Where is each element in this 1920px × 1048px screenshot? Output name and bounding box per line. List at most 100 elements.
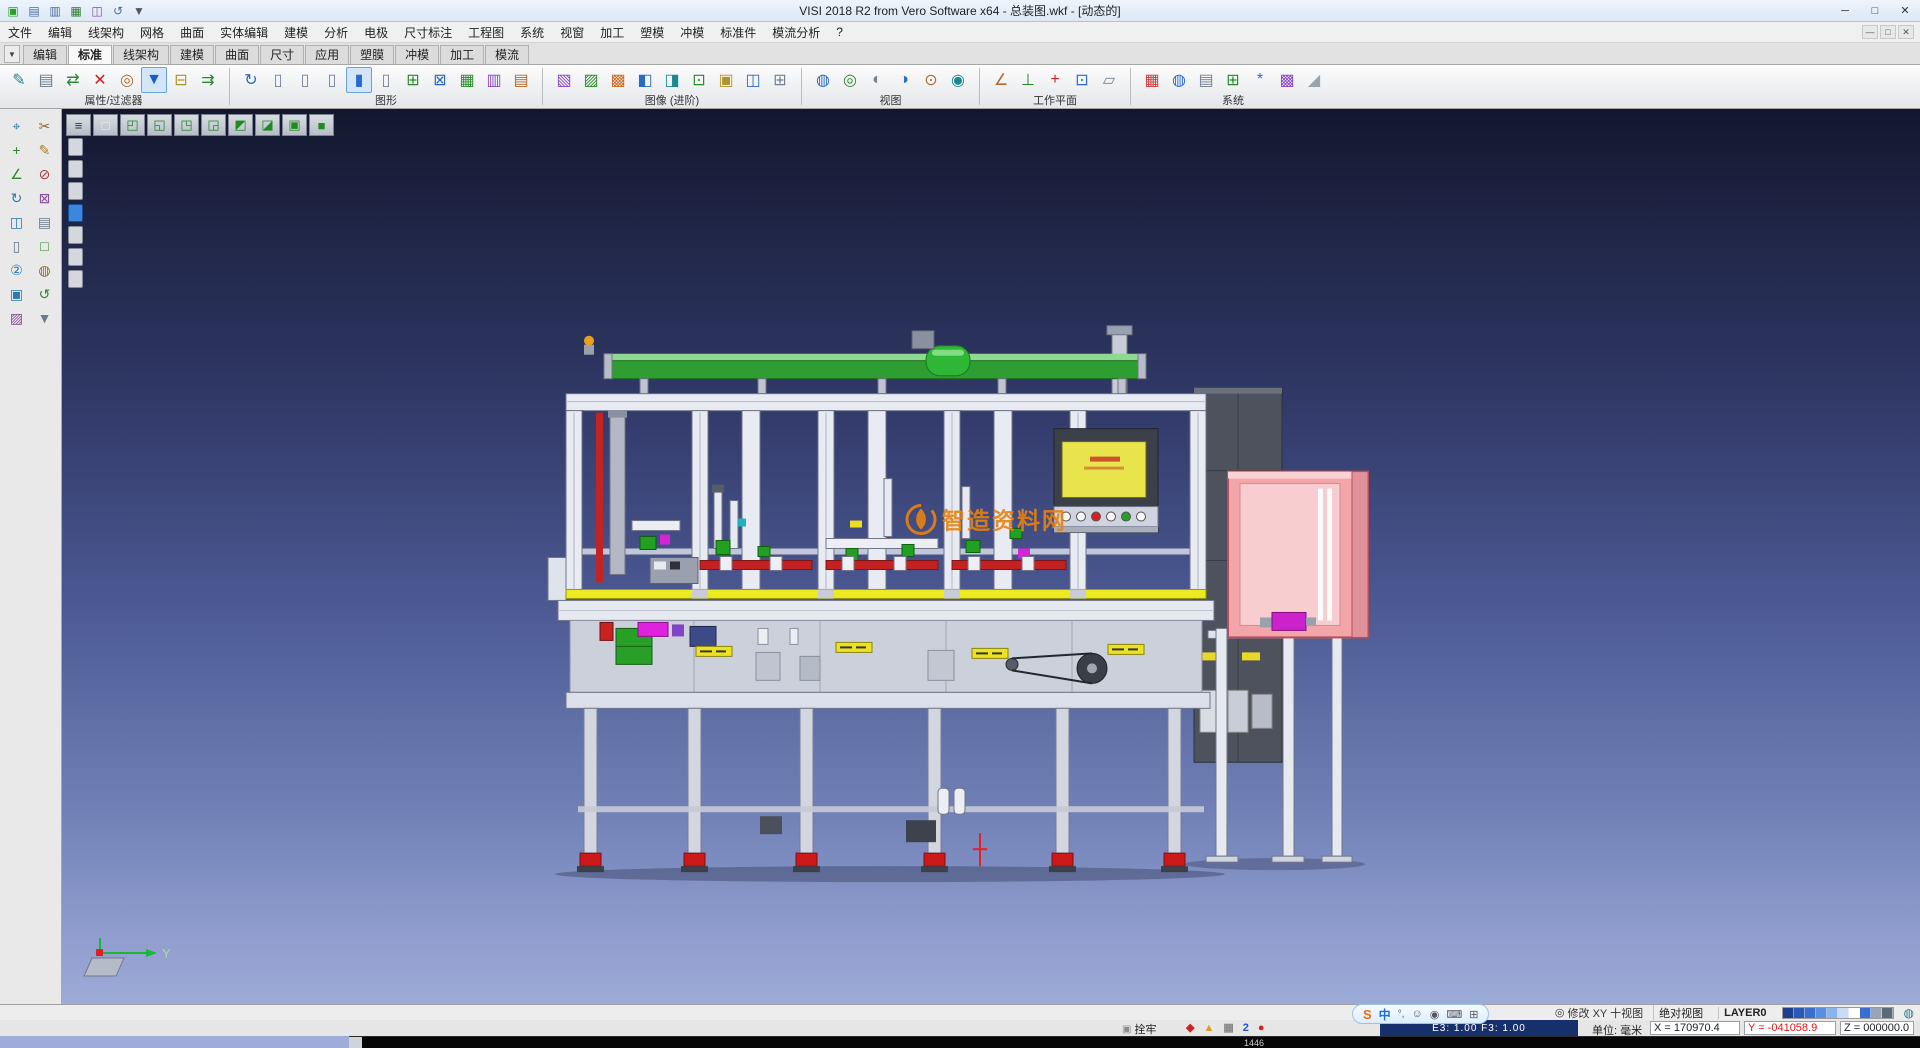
lock-toggle[interactable]: ▣ 拴牢 <box>1122 1021 1156 1037</box>
view-orientation-button[interactable]: ▣ <box>282 114 307 136</box>
view-orientation-button[interactable]: ◩ <box>228 114 253 136</box>
menu-item[interactable]: 视窗 <box>552 22 592 42</box>
view-orientation-button[interactable]: ■ <box>309 114 334 136</box>
menu-item[interactable]: 标准件 <box>712 22 764 42</box>
titlebar-icon[interactable]: ↺ <box>109 3 127 19</box>
toolbar-icon[interactable]: ✎ <box>6 67 32 93</box>
ime-punct-indicator[interactable]: °, <box>1398 1009 1405 1020</box>
left-tool-icon[interactable]: ⊠ <box>32 187 58 209</box>
mini-toolbar-button[interactable] <box>68 270 83 288</box>
toolbar-tab[interactable]: 编辑 <box>23 45 67 64</box>
tray-icon[interactable]: ▲ <box>1203 1022 1214 1034</box>
toolbar-icon[interactable]: ▧ <box>551 67 577 93</box>
absolute-view-label[interactable]: 绝对视图 <box>1653 1005 1708 1021</box>
toolbar-icon[interactable]: ⊟ <box>168 67 194 93</box>
color-swatch[interactable] <box>1827 1008 1838 1018</box>
mini-toolbar-button[interactable] <box>68 182 83 200</box>
menu-item[interactable]: 线架构 <box>80 22 132 42</box>
toolbar-icon[interactable]: ▣ <box>713 67 739 93</box>
mini-toolbar-button[interactable] <box>68 204 83 222</box>
view-orientation-button[interactable]: ◱ <box>147 114 172 136</box>
toolbar-icon[interactable]: ▦ <box>454 67 480 93</box>
toolbar-icon[interactable]: ▯ <box>265 67 291 93</box>
left-tool-icon[interactable]: ↻ <box>4 187 30 209</box>
left-tool-icon[interactable]: ↺ <box>32 283 58 305</box>
tray-icon[interactable]: 2 <box>1243 1022 1249 1034</box>
left-tool-icon[interactable]: ▨ <box>4 307 30 329</box>
toolbar-tab[interactable]: 曲面 <box>215 45 259 64</box>
left-tool-icon[interactable]: ⌖ <box>4 115 30 137</box>
toolbar-tab[interactable]: 塑膜 <box>350 45 394 64</box>
toolbar-icon[interactable]: ◎ <box>837 67 863 93</box>
toolbar-icon[interactable]: ▼ <box>141 67 167 93</box>
menu-item[interactable]: 塑模 <box>632 22 672 42</box>
toolbar-icon[interactable]: ◎ <box>114 67 140 93</box>
left-tool-icon[interactable]: ▯ <box>4 235 30 257</box>
toolbar-icon[interactable]: ◨ <box>659 67 685 93</box>
toolbar-icon[interactable]: ▯ <box>319 67 345 93</box>
titlebar-icon[interactable]: ▣ <box>4 3 22 19</box>
color-swatch[interactable] <box>1816 1008 1827 1018</box>
mini-toolbar-button[interactable] <box>68 138 83 156</box>
toolbar-icon[interactable]: ⇄ <box>60 67 86 93</box>
titlebar-icon[interactable]: ◫ <box>88 3 106 19</box>
menu-item[interactable]: 冲模 <box>672 22 712 42</box>
mdi-control-button[interactable]: ✕ <box>1898 25 1914 39</box>
toolbar-icon[interactable]: ▤ <box>33 67 59 93</box>
maximize-button[interactable]: □ <box>1860 0 1890 21</box>
toolbar-icon[interactable]: ✕ <box>87 67 113 93</box>
color-swatch[interactable] <box>1838 1008 1849 1018</box>
toolbar-icon[interactable]: ◧ <box>632 67 658 93</box>
toolbar-tab[interactable]: 尺寸 <box>260 45 304 64</box>
globe-status-icon[interactable]: ◍ <box>1904 1006 1914 1020</box>
left-tool-icon[interactable]: ◫ <box>4 211 30 233</box>
menu-item[interactable]: ? <box>828 22 851 42</box>
toolbar-icon[interactable]: ◍ <box>1166 67 1192 93</box>
view-mode-indicator[interactable]: ◎ 修改 XY 十视图 <box>1555 1005 1643 1021</box>
toolbar-icon[interactable]: ▤ <box>1193 67 1219 93</box>
toolbar-icon[interactable]: ◍ <box>810 67 836 93</box>
titlebar-icon[interactable]: ▤ <box>25 3 43 19</box>
titlebar-icon[interactable]: ▼ <box>130 3 148 19</box>
menu-item[interactable]: 加工 <box>592 22 632 42</box>
left-tool-icon[interactable]: ⊘ <box>32 163 58 185</box>
menu-item[interactable]: 曲面 <box>172 22 212 42</box>
toolbar-icon[interactable]: ◐ <box>864 67 890 93</box>
sogou-logo[interactable]: S <box>1363 1007 1372 1022</box>
left-tool-icon[interactable]: □ <box>32 235 58 257</box>
menu-item[interactable]: 模流分析 <box>764 22 828 42</box>
menu-item[interactable]: 分析 <box>316 22 356 42</box>
toolbar-tab[interactable]: 应用 <box>305 45 349 64</box>
mdi-control-button[interactable]: □ <box>1880 25 1896 39</box>
menu-item[interactable]: 实体编辑 <box>212 22 276 42</box>
mini-toolbar-button[interactable] <box>68 160 83 178</box>
toolbar-icon[interactable]: ▮ <box>346 67 372 93</box>
menu-item[interactable]: 建模 <box>276 22 316 42</box>
toolbar-icon[interactable]: ▥ <box>481 67 507 93</box>
toolbar-tab[interactable]: 标准 <box>68 45 112 64</box>
toolbar-icon[interactable]: ⊡ <box>1069 67 1095 93</box>
left-tool-icon[interactable]: ∠ <box>4 163 30 185</box>
toolbar-icon[interactable]: ▨ <box>578 67 604 93</box>
toolbar-icon[interactable]: ◑ <box>891 67 917 93</box>
toolbar-icon[interactable]: ◢ <box>1301 67 1327 93</box>
menu-item[interactable]: 编辑 <box>40 22 80 42</box>
menu-item[interactable]: 网格 <box>132 22 172 42</box>
ime-icon[interactable]: ⊞ <box>1469 1008 1478 1021</box>
mini-toolbar-button[interactable] <box>68 248 83 266</box>
left-tool-icon[interactable]: ② <box>4 259 30 281</box>
toolbar-icon[interactable]: ⇉ <box>195 67 221 93</box>
minimize-button[interactable]: ─ <box>1830 0 1860 21</box>
color-swatch[interactable] <box>1783 1008 1794 1018</box>
tray-icon[interactable]: ◆ <box>1186 1021 1194 1034</box>
menu-item[interactable]: 系统 <box>512 22 552 42</box>
viewport-canvas[interactable]: 智造资料网 Y <box>62 109 1920 1004</box>
toolbar-icon[interactable]: ∠ <box>988 67 1014 93</box>
toolbar-icon[interactable]: ⊞ <box>400 67 426 93</box>
toolbar-icon[interactable]: ⊥ <box>1015 67 1041 93</box>
taskbar-item[interactable] <box>349 1037 362 1048</box>
tabbar-dropdown-button[interactable]: ▼ <box>4 45 20 63</box>
view-orientation-button[interactable]: ◲ <box>201 114 226 136</box>
toolbar-icon[interactable]: ▯ <box>292 67 318 93</box>
left-tool-icon[interactable]: ▣ <box>4 283 30 305</box>
